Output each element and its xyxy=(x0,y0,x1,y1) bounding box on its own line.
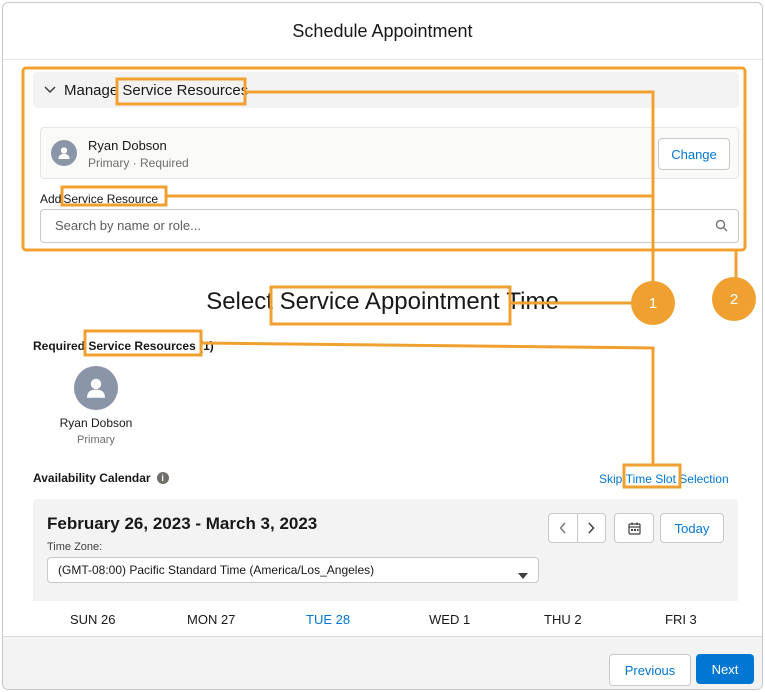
chevron-left-icon xyxy=(559,522,566,534)
chevron-right-icon xyxy=(588,522,595,534)
date-range: February 26, 2023 - March 3, 2023 xyxy=(47,514,318,533)
day-header[interactable]: SUN 26 xyxy=(70,612,116,627)
calendar-icon xyxy=(627,522,641,535)
day-header[interactable]: MON 27 xyxy=(187,612,235,627)
availability-calendar-label: Availability Calendar i xyxy=(33,471,169,485)
week-nav-group xyxy=(548,513,606,543)
day-header[interactable]: THU 2 xyxy=(544,612,582,627)
search-icon xyxy=(715,219,728,237)
search-input[interactable] xyxy=(53,217,697,234)
modal-header: Schedule Appointment xyxy=(3,3,762,60)
required-resources-label: Required Service Resources (1) xyxy=(33,339,214,353)
manage-label: Manage xyxy=(64,81,119,99)
day-header[interactable]: FRI 3 xyxy=(665,612,697,627)
change-button[interactable]: Change xyxy=(658,138,730,170)
today-button[interactable]: Today xyxy=(660,513,724,543)
modal-body[interactable]: Manage Service Resources Ryan Dobson Pri… xyxy=(3,60,762,636)
skip-prefix: Skip xyxy=(599,472,623,486)
add-service-resource-label: Add Service Resource xyxy=(40,192,158,206)
required-resource-role: Primary xyxy=(77,434,115,446)
service-resource-card: Ryan Dobson Primary · Required Change xyxy=(40,127,739,179)
timezone-value: (GMT-08:00) Pacific Standard Time (Ameri… xyxy=(58,563,375,577)
required-resource-name: Ryan Dobson xyxy=(59,416,133,430)
title-highlight-text: Service Appointment xyxy=(279,288,500,315)
timezone-label: Time Zone: xyxy=(47,541,103,553)
schedule-appointment-modal: Schedule Appointment Manage Service Reso… xyxy=(2,2,763,690)
title-prefix: Select xyxy=(206,288,273,315)
day-header[interactable]: WED 1 xyxy=(429,612,470,627)
required-count: (1) xyxy=(199,339,214,353)
avatar xyxy=(74,366,118,410)
next-button[interactable]: Next xyxy=(696,654,754,684)
info-icon[interactable]: i xyxy=(156,472,169,484)
required-highlight-text: Service Resources xyxy=(88,339,196,353)
annotation-badge-2: 2 xyxy=(712,277,756,321)
calendar-panel: February 26, 2023 - March 3, 2023 Time Z… xyxy=(33,499,738,601)
manage-highlight-text: Service Resources xyxy=(122,81,249,99)
next-week-button[interactable] xyxy=(578,514,606,542)
skip-suffix: Selection xyxy=(679,472,729,486)
user-icon xyxy=(87,378,105,398)
timezone-select[interactable]: (GMT-08:00) Pacific Standard Time (Ameri… xyxy=(47,557,539,583)
previous-week-button[interactable] xyxy=(549,514,578,542)
manage-service-resources-toggle[interactable]: Manage Service Resources xyxy=(33,72,739,108)
title-suffix: Time xyxy=(506,288,559,315)
annotation-badge-1: 1 xyxy=(631,281,675,325)
resource-name: Ryan Dobson xyxy=(88,138,167,153)
user-icon xyxy=(58,147,70,159)
skip-time-slot-selection-link[interactable]: Skip Time Slot Selection xyxy=(599,472,729,486)
avatar xyxy=(51,140,77,166)
chevron-down-icon xyxy=(44,86,56,94)
skip-highlight-text: Time Slot xyxy=(625,472,676,486)
caret-down-icon xyxy=(518,568,528,582)
day-header-row: SUN 26 MON 27 TUE 28 WED 1 THU 2 FRI 3 xyxy=(33,612,738,632)
previous-button[interactable]: Previous xyxy=(609,654,691,686)
add-highlight-text: Service Resource xyxy=(63,192,159,206)
day-header-active[interactable]: TUE 28 xyxy=(306,612,350,627)
add-prefix: Add xyxy=(40,192,62,206)
search-field[interactable] xyxy=(40,209,739,243)
availability-label-text: Availability Calendar xyxy=(33,471,151,485)
modal-title: Schedule Appointment xyxy=(292,20,473,41)
calendar-picker-button[interactable] xyxy=(614,513,654,543)
resource-subtitle: Primary · Required xyxy=(88,156,189,170)
required-prefix: Required xyxy=(33,339,86,353)
modal-footer: Previous Next xyxy=(3,636,762,689)
